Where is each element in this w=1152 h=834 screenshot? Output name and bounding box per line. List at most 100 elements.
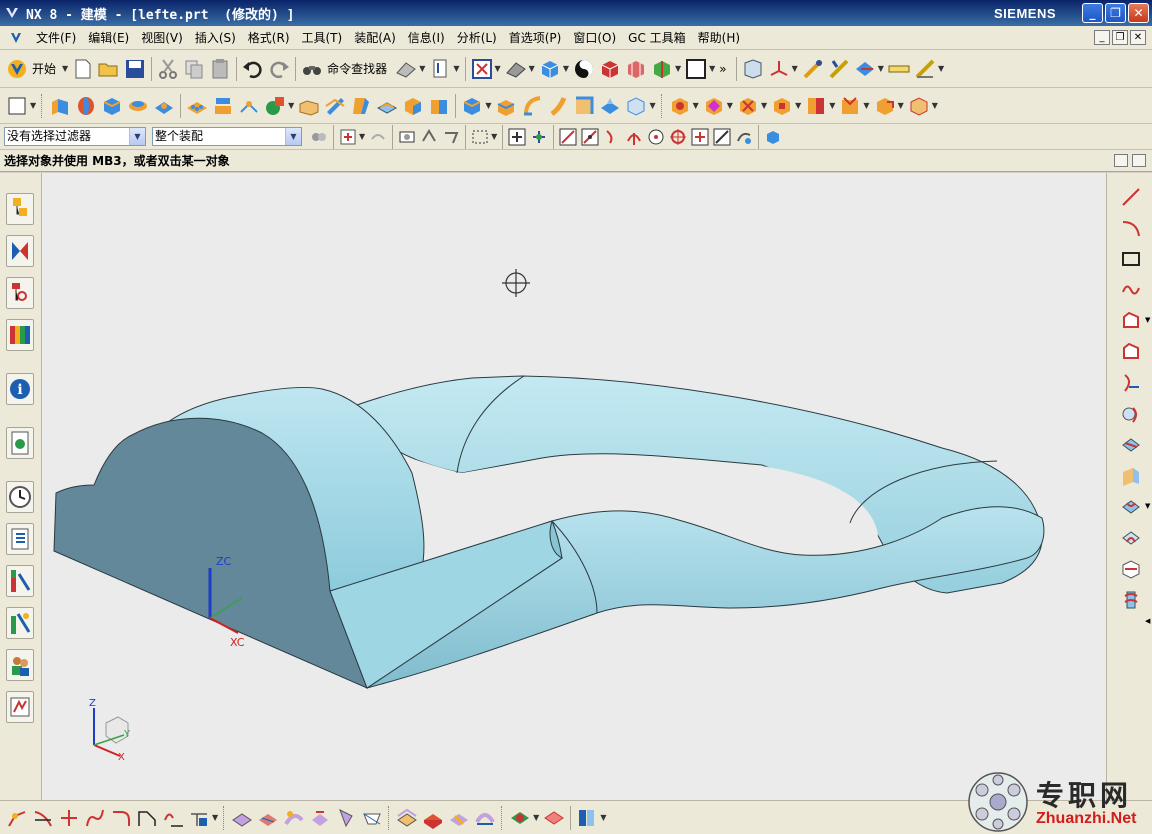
- snap-curve-icon[interactable]: [602, 127, 622, 147]
- n-sided-surface-icon[interactable]: [308, 806, 332, 830]
- information-dropdown-icon[interactable]: ▼: [453, 64, 459, 73]
- web-browser-tab[interactable]: i: [6, 373, 34, 405]
- chamfer-dropdown-icon[interactable]: ▼: [485, 101, 491, 110]
- fit-view-dropdown-icon[interactable]: ▼: [495, 64, 501, 73]
- polygon-icon[interactable]: [1119, 309, 1143, 333]
- render-style-dropdown-icon[interactable]: ▼: [563, 64, 569, 73]
- panel-icon[interactable]: [1114, 154, 1128, 167]
- resize-blend-dropdown-icon[interactable]: ▼: [863, 101, 869, 110]
- right-toolbar-overflow-icon[interactable]: ◀: [1145, 617, 1150, 625]
- toolbar-overflow-button[interactable]: »: [719, 62, 726, 76]
- helix-icon[interactable]: [1119, 588, 1143, 612]
- rotate-view-dropdown-icon[interactable]: ▼: [529, 64, 535, 73]
- offset-surface-icon[interactable]: [395, 806, 419, 830]
- measure-icon[interactable]: [827, 57, 851, 81]
- menu-gc-toolbox[interactable]: GC 工具箱: [622, 29, 692, 46]
- touch-mode-icon[interactable]: [394, 57, 418, 81]
- pencil-ruler-icon[interactable]: [913, 57, 937, 81]
- divide-curve-icon[interactable]: [57, 806, 81, 830]
- line-icon[interactable]: [1119, 185, 1143, 209]
- selection-scope-combo[interactable]: 整个装配 ▼: [152, 127, 302, 146]
- curve-analysis-icon[interactable]: [187, 806, 211, 830]
- command-finder-button[interactable]: 命令查找器: [327, 60, 387, 77]
- through-mesh-icon[interactable]: [256, 806, 280, 830]
- section-cube-icon[interactable]: [624, 57, 648, 81]
- information-icon[interactable]: [428, 57, 452, 81]
- paste-icon[interactable]: [208, 57, 232, 81]
- rectangle-icon[interactable]: [1119, 247, 1143, 271]
- datum-icon[interactable]: [237, 94, 261, 118]
- select-body-icon[interactable]: [419, 127, 439, 147]
- snap-toggle-cube-icon[interactable]: [763, 127, 783, 147]
- snap-midpoint-icon[interactable]: [580, 127, 600, 147]
- start-dropdown-icon[interactable]: ▼: [62, 64, 68, 73]
- menu-tools[interactable]: 工具(T): [296, 29, 349, 46]
- deselect-icon[interactable]: [368, 127, 388, 147]
- draft-icon[interactable]: [494, 94, 518, 118]
- chamfer-icon[interactable]: [460, 94, 484, 118]
- manufacturing-wizard-tab[interactable]: [6, 565, 34, 597]
- studio-spline-icon[interactable]: [1119, 278, 1143, 302]
- trim-body-icon[interactable]: [520, 94, 544, 118]
- analysis-dropdown-icon[interactable]: ▼: [938, 64, 944, 73]
- delete-face-icon[interactable]: [736, 94, 760, 118]
- offset-face-icon[interactable]: [572, 94, 596, 118]
- select-feature-icon[interactable]: [397, 127, 417, 147]
- menu-analysis[interactable]: 分析(L): [451, 29, 503, 46]
- display-cube-icon[interactable]: [650, 57, 674, 81]
- feature-dropdown-icon[interactable]: ▼: [649, 101, 655, 110]
- resize-blend-icon[interactable]: [838, 94, 862, 118]
- wrap-geometry-icon[interactable]: [624, 94, 648, 118]
- snap-icon[interactable]: [801, 57, 825, 81]
- snap-existing-point-icon[interactable]: [690, 127, 710, 147]
- doc-close-button[interactable]: ✕: [1130, 30, 1146, 45]
- close-button[interactable]: ✕: [1128, 3, 1149, 23]
- project-curve-icon[interactable]: [1119, 371, 1143, 395]
- arc-icon[interactable]: [1119, 216, 1143, 240]
- offset-curve-icon[interactable]: [1119, 340, 1143, 364]
- rectangle-select-dropdown-icon[interactable]: ▼: [491, 132, 497, 141]
- hole-icon[interactable]: [211, 94, 235, 118]
- move-object-dropdown-icon[interactable]: ▼: [878, 64, 884, 73]
- rotate-view-icon[interactable]: [504, 57, 528, 81]
- point-icon[interactable]: [5, 806, 29, 830]
- intersect-icon[interactable]: [349, 94, 373, 118]
- block-icon[interactable]: [100, 94, 124, 118]
- process-studio-tab[interactable]: [6, 523, 34, 555]
- pattern-icon[interactable]: [185, 94, 209, 118]
- snap-endpoint-icon[interactable]: [507, 127, 527, 147]
- bridge-curve-dropdown-icon[interactable]: ▼: [1145, 502, 1150, 510]
- curve-length-icon[interactable]: [83, 806, 107, 830]
- minimize-button[interactable]: _: [1082, 3, 1103, 23]
- roles-wizard-tab[interactable]: [6, 607, 34, 639]
- display-dropdown-icon[interactable]: ▼: [675, 64, 681, 73]
- polygon-dropdown-icon[interactable]: ▼: [1145, 316, 1150, 324]
- undo-icon[interactable]: [241, 57, 265, 81]
- bottom-toolbar-dropdown-icon[interactable]: ▼: [600, 813, 606, 822]
- selection-filter-combo[interactable]: 没有选择过滤器 ▼: [4, 127, 146, 146]
- document-icon[interactable]: [8, 30, 24, 46]
- ruler-icon[interactable]: [887, 57, 911, 81]
- menu-help[interactable]: 帮助(H): [692, 29, 746, 46]
- shell-icon[interactable]: [401, 94, 425, 118]
- touch-mode-dropdown-icon[interactable]: ▼: [419, 64, 425, 73]
- part-navigator-tab[interactable]: [6, 277, 34, 309]
- menu-insert[interactable]: 插入(S): [189, 29, 242, 46]
- rectangle-select-icon[interactable]: [470, 127, 490, 147]
- replace-face-icon[interactable]: [770, 94, 794, 118]
- select-all-dropdown-icon[interactable]: ▼: [359, 132, 365, 141]
- face-analysis-dropdown-icon[interactable]: ▼: [533, 813, 539, 822]
- book-icon[interactable]: [575, 806, 599, 830]
- binoculars-icon[interactable]: [300, 57, 324, 81]
- chamfer-curve-icon[interactable]: [135, 806, 159, 830]
- shaded-cube-icon[interactable]: [538, 57, 562, 81]
- sketch-dropdown-icon[interactable]: ▼: [30, 101, 36, 110]
- pattern-face-dropdown-icon[interactable]: ▼: [898, 101, 904, 110]
- clock-tab[interactable]: [6, 481, 34, 513]
- datum-plane-icon[interactable]: [263, 94, 287, 118]
- tangent-curve-icon[interactable]: [161, 806, 185, 830]
- menu-file[interactable]: 文件(F): [30, 29, 82, 46]
- reuse-library-tab[interactable]: [6, 319, 34, 351]
- move-face-dropdown-icon[interactable]: ▼: [693, 101, 699, 110]
- delete-face-dropdown-icon[interactable]: ▼: [761, 101, 767, 110]
